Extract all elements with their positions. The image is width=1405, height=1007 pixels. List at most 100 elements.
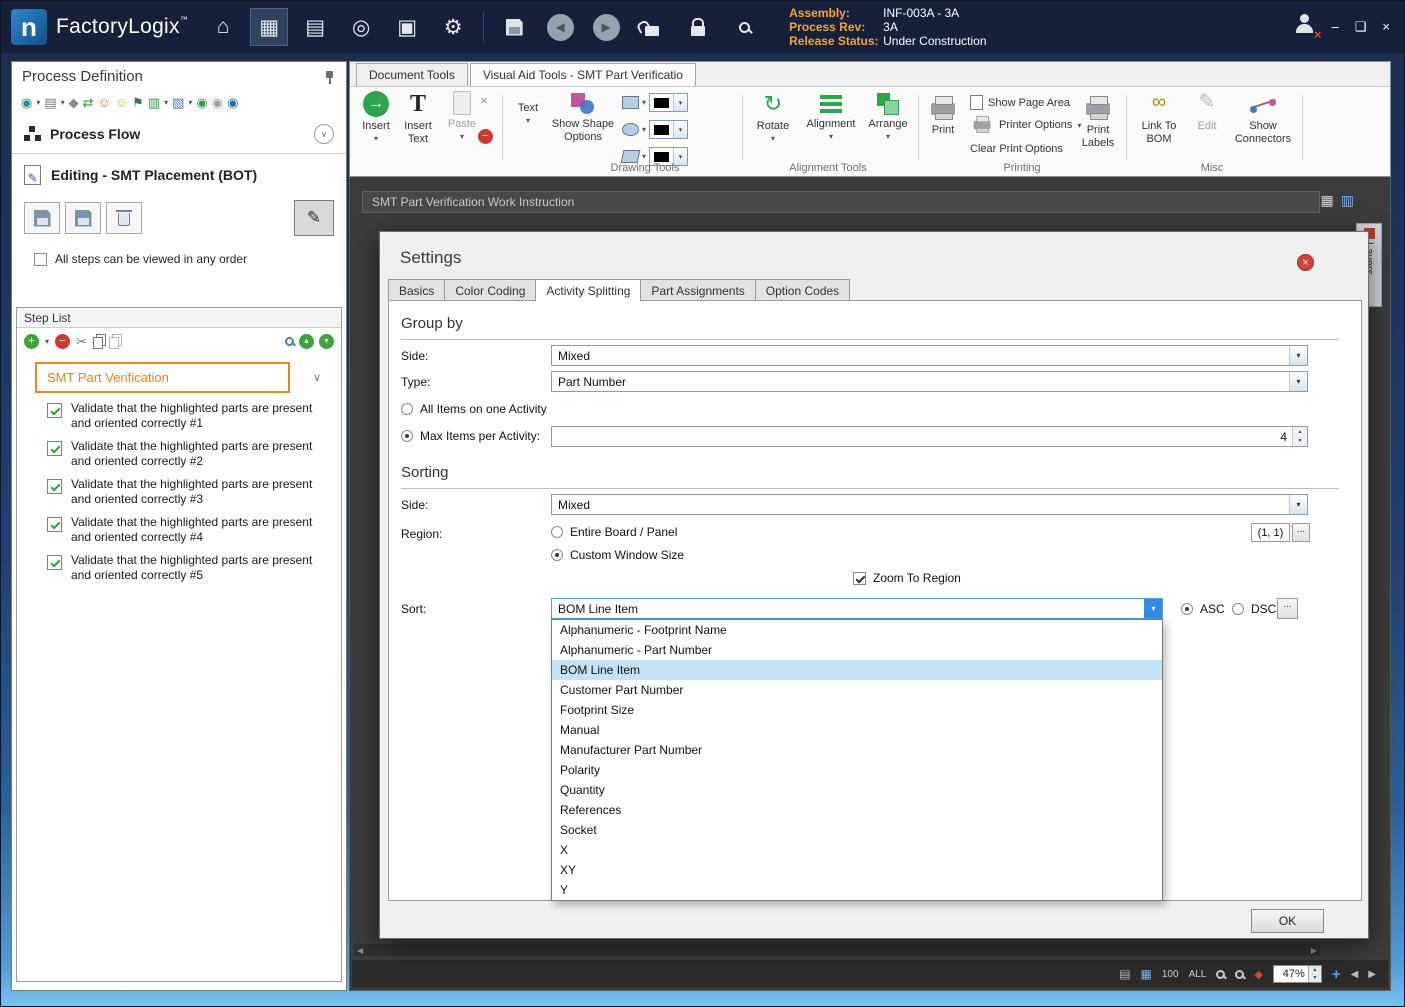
save-step-button[interactable]: [24, 202, 60, 234]
max-items-input[interactable]: 4 ▲ ▼: [551, 426, 1308, 447]
close-window-button[interactable]: ×: [1382, 19, 1390, 35]
sort-option[interactable]: Footprint Size: [552, 700, 1162, 720]
show-connectors-button[interactable]: Show Connectors: [1230, 91, 1296, 145]
flag-icon[interactable]: ⚑: [132, 96, 144, 109]
save-close-button[interactable]: [65, 202, 101, 234]
settings-button[interactable]: ⚙: [434, 8, 472, 46]
print-button[interactable]: Print: [924, 91, 962, 137]
region-browse-button[interactable]: ...: [1292, 523, 1310, 542]
documents-button[interactable]: ▣: [388, 8, 426, 46]
edit-button[interactable]: ✎ Edit: [1190, 91, 1224, 133]
sort-option[interactable]: Socket: [552, 820, 1162, 840]
step-list-item[interactable]: Validate that the highlighted parts are …: [17, 473, 341, 511]
sort-option[interactable]: Manufacturer Part Number: [552, 740, 1162, 760]
forward-button[interactable]: ▶: [587, 8, 625, 46]
print-icon[interactable]: ▤: [44, 96, 56, 109]
steps-order-option[interactable]: All steps can be viewed in any order: [12, 242, 346, 274]
selected-step[interactable]: SMT Part Verification: [35, 362, 290, 393]
close-dialog-button[interactable]: ×: [1297, 254, 1314, 271]
rectangle-icon[interactable]: [622, 96, 639, 109]
sort-option[interactable]: X: [552, 840, 1162, 860]
record-icon[interactable]: ◉: [227, 96, 238, 109]
alignment-button[interactable]: Alignment ▾: [802, 91, 860, 141]
show-shape-options-button[interactable]: Show Shape Options: [550, 91, 616, 143]
zoom-to-region-checkbox[interactable]: [853, 571, 866, 585]
entire-board-radio[interactable]: Entire Board / Panel: [551, 525, 677, 539]
collapse-step-icon[interactable]: ∨: [313, 371, 321, 384]
zoom-100-button[interactable]: 100: [1162, 969, 1179, 980]
step-list-item[interactable]: Validate that the highlighted parts are …: [17, 397, 341, 435]
operator-icon[interactable]: ☺: [98, 96, 111, 109]
pan-left-icon[interactable]: ◀: [1351, 969, 1359, 980]
engineer-icon[interactable]: ☺: [115, 96, 128, 109]
paste-button[interactable]: Paste ▾: [444, 91, 480, 141]
sort-side-select[interactable]: Mixed ▾: [551, 494, 1308, 515]
maximize-button[interactable]: ❑: [1355, 19, 1367, 35]
printer-options-button[interactable]: Printer Options ▾: [970, 115, 1081, 133]
dsc-radio[interactable]: DSC: [1232, 602, 1276, 616]
tab-document-tools[interactable]: Document Tools: [356, 63, 468, 86]
process-flow-row[interactable]: Process Flow ∨: [12, 115, 346, 151]
asc-radio[interactable]: ASC: [1181, 602, 1225, 616]
sort-option[interactable]: Quantity: [552, 780, 1162, 800]
zoom-all-button[interactable]: ALL: [1189, 969, 1207, 980]
group-side-select[interactable]: Mixed ▾: [551, 345, 1308, 366]
tab-basics[interactable]: Basics: [388, 279, 446, 301]
cut-step-button[interactable]: ✂: [76, 335, 87, 348]
back-button[interactable]: ◀: [541, 8, 579, 46]
text-style-button[interactable]: Text ▾: [510, 99, 546, 125]
arrange-button[interactable]: Arrange ▾: [864, 91, 912, 141]
ellipse-icon[interactable]: [622, 123, 639, 136]
max-items-spinner[interactable]: ▲ ▼: [1292, 427, 1307, 446]
forms-button[interactable]: ▤: [296, 8, 334, 46]
sort-more-button[interactable]: ...: [1277, 598, 1298, 619]
rect-color-combo[interactable]: ▾: [649, 93, 689, 112]
sync-icon[interactable]: ⇄: [83, 96, 94, 109]
remove-step-button[interactable]: −: [55, 333, 71, 349]
discard-button[interactable]: [106, 202, 142, 234]
tab-part-assignments[interactable]: Part Assignments: [640, 279, 756, 301]
preview-icon[interactable]: ◉: [21, 96, 32, 109]
pin-icon[interactable]: [324, 70, 336, 84]
zoom-extents-icon[interactable]: +: [1332, 966, 1341, 983]
copy-step-button[interactable]: [92, 336, 103, 349]
scroll-right-icon[interactable]: ▶: [1311, 946, 1317, 955]
ellipse-color-combo[interactable]: ▾: [649, 120, 689, 139]
scroll-left-icon[interactable]: ◀: [357, 946, 363, 955]
show-page-area-button[interactable]: Show Page Area: [970, 95, 1070, 110]
remove-annotation-button[interactable]: −: [478, 129, 493, 144]
expand-flow-button[interactable]: ∨: [314, 124, 334, 144]
custom-window-radio[interactable]: Custom Window Size: [551, 548, 684, 562]
sort-option[interactable]: Customer Part Number: [552, 680, 1162, 700]
sort-option[interactable]: Manual: [552, 720, 1162, 740]
edit-visual-aid-button[interactable]: ✎: [294, 200, 334, 236]
print-labels-button[interactable]: Print Labels: [1076, 91, 1120, 149]
sort-option[interactable]: Polarity: [552, 760, 1162, 780]
sort-combobox[interactable]: BOM Line Item ▾: [551, 598, 1163, 619]
sort-option[interactable]: References: [552, 800, 1162, 820]
sort-option[interactable]: Alphanumeric - Footprint Name: [552, 620, 1162, 640]
fit-page-icon[interactable]: ▤: [1119, 967, 1130, 981]
selected-step-row[interactable]: SMT Part Verification ∨: [35, 362, 333, 393]
zoom-level-input[interactable]: 47% ▲ ▼: [1272, 965, 1322, 983]
navigator-button[interactable]: ◎: [342, 8, 380, 46]
pan-right-icon[interactable]: ▶: [1368, 969, 1376, 980]
all-items-radio[interactable]: All Items on one Activity: [401, 402, 547, 416]
zoom-to-region-checkbox-row[interactable]: Zoom To Region: [853, 571, 961, 585]
find-step-button[interactable]: [285, 336, 294, 346]
move-step-up-button[interactable]: ▲: [299, 333, 314, 349]
sort-option[interactable]: BOM Line Item: [552, 660, 1162, 680]
horizontal-scrollbar[interactable]: ◀ ▶: [354, 944, 1320, 956]
process-definition-button[interactable]: ▦: [250, 8, 289, 46]
zoom-in-icon[interactable]: [1216, 969, 1226, 979]
zoom-spinner[interactable]: ▲ ▼: [1307, 966, 1321, 982]
pointer-mode-icon[interactable]: ◆: [1254, 968, 1262, 981]
user-logoff-button[interactable]: ×: [1290, 12, 1322, 42]
stop-icon[interactable]: ◉: [212, 96, 223, 109]
minimize-button[interactable]: –: [1332, 19, 1339, 35]
audit-search-button[interactable]: [725, 8, 763, 46]
fit-width-icon[interactable]: ▦: [1141, 967, 1152, 981]
group-type-select[interactable]: Part Number ▾: [551, 371, 1308, 392]
tag-icon[interactable]: ◆: [69, 96, 79, 109]
home-button[interactable]: ⌂: [204, 8, 242, 46]
